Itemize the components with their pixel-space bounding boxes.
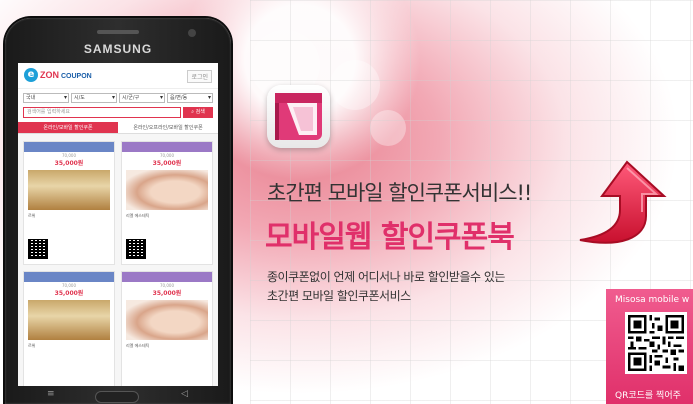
coupon-image	[126, 170, 208, 210]
coupon-new-price: 35,000원	[54, 160, 84, 167]
search-icon: ⌕	[191, 109, 194, 115]
town-select[interactable]: 읍/면/동	[167, 93, 213, 103]
city-select[interactable]: 시/군/구	[119, 93, 165, 103]
coupon-shop-name: 리엘 에스테틱	[126, 343, 150, 348]
coupon-new-price: 35,000원	[54, 290, 84, 297]
coupon-old-price: 70,000	[62, 153, 76, 158]
logo-subtext: COUPON	[61, 73, 92, 80]
coupon-price: 70,000 35,000원	[122, 152, 212, 168]
coupon-old-price: 70,000	[160, 283, 174, 288]
coupon-shop-name: 르위	[28, 213, 36, 218]
coupon-book-app-icon[interactable]	[267, 85, 330, 148]
coupon-price: 70,000 35,000원	[122, 282, 212, 298]
coupon-old-price: 70,000	[62, 283, 76, 288]
coupon-card[interactable]: 70,000 35,000원 르위	[23, 271, 115, 386]
coupon-old-price: 70,000	[160, 153, 174, 158]
coupon-card[interactable]: 70,000 35,000원 리엘 에스테틱	[121, 141, 213, 265]
login-button[interactable]: 로그인	[187, 70, 212, 83]
phone-screen: e ZONCOUPON 로그인 국내 시/도 시/군/구 읍/면/동 검색어를 …	[18, 63, 218, 386]
promo-headline: 모바일웹 할인쿠폰북	[265, 220, 515, 255]
promo-tagline: 초간편 모바일 할인쿠폰서비스!!	[267, 181, 532, 205]
app-logo[interactable]: ZON COUPON	[40, 70, 92, 80]
coupon-shop-name: 르위	[28, 343, 36, 348]
search-button-label: 검색	[195, 109, 205, 115]
coupon-grid: 70,000 35,000원 르위 70,000 35,000원 리엘 에스테틱	[18, 134, 218, 386]
promo-desc-line2: 초간편 모바일 할인쿠폰서비스	[267, 289, 411, 303]
coupon-image	[28, 300, 110, 340]
qr-instruction: QR코드를 찍어주	[615, 391, 681, 401]
tab-online-mobile[interactable]: 온라인/모바일 할인쿠폰	[18, 122, 118, 134]
home-button[interactable]	[95, 391, 139, 403]
coupon-card[interactable]: 70,000 35,000원 르위	[23, 141, 115, 265]
coupon-card[interactable]: 70,000 35,000원 리엘 에스테틱	[121, 271, 213, 386]
qr-code-icon	[628, 315, 684, 371]
card-header	[24, 142, 114, 152]
phone-mockup: SAMSUNG e ZONCOUPON 로그인 국내 시/도 시/군/구 읍/면…	[5, 18, 231, 404]
coupon-qr-code	[28, 239, 48, 259]
book-icon	[275, 93, 322, 140]
qr-title: Misosa mobile w	[615, 295, 690, 305]
coupon-image	[28, 170, 110, 210]
coupon-tabs: 온라인/모바일 할인쿠폰 온라인/오프라인/모바일 할인쿠폰	[18, 122, 218, 134]
card-header	[122, 272, 212, 282]
card-header	[24, 272, 114, 282]
hardware-buttons: ≡ ◁	[5, 386, 231, 404]
coupon-shop-name: 리엘 에스테틱	[126, 213, 150, 218]
phone-camera	[188, 29, 196, 37]
menu-key-icon[interactable]: ≡	[47, 389, 55, 399]
back-key-icon[interactable]: ◁	[181, 389, 188, 399]
mobile-qr-panel: Misosa mobile w QR코드를 찍어주	[606, 289, 693, 404]
search-bar: 검색어를 입력하세요 ⌕ 검색	[18, 105, 218, 122]
qr-code-image[interactable]	[625, 312, 687, 374]
curved-arrow-icon	[579, 160, 667, 244]
card-header	[122, 142, 212, 152]
promo-desc-line1: 종이쿠폰없이 언제 어디서나 바로 할인받을수 있는	[267, 270, 505, 284]
search-input[interactable]: 검색어를 입력하세요	[23, 107, 181, 118]
coupon-qr-code	[126, 239, 146, 259]
app-header: e ZON COUPON 로그인	[18, 63, 218, 89]
country-select[interactable]: 국내	[23, 93, 69, 103]
logo-text: ZON	[40, 70, 59, 80]
promo-description: 종이쿠폰없이 언제 어디서나 바로 할인받을수 있는 초간편 모바일 할인쿠폰서…	[267, 268, 505, 306]
coupon-new-price: 35,000원	[152, 290, 182, 297]
region-selectors: 국내 시/도 시/군/구 읍/면/동	[18, 89, 218, 105]
coupon-new-price: 35,000원	[152, 160, 182, 167]
search-button[interactable]: ⌕ 검색	[183, 107, 213, 118]
phone-brand: SAMSUNG	[83, 42, 153, 56]
tab-online-offline-mobile[interactable]: 온라인/오프라인/모바일 할인쿠폰	[118, 122, 218, 134]
coupon-image	[126, 300, 208, 340]
province-select[interactable]: 시/도	[71, 93, 117, 103]
phone-speaker	[97, 30, 139, 34]
coupon-price: 70,000 35,000원	[24, 152, 114, 168]
coupon-price: 70,000 35,000원	[24, 282, 114, 298]
logo-icon: e	[24, 68, 38, 82]
